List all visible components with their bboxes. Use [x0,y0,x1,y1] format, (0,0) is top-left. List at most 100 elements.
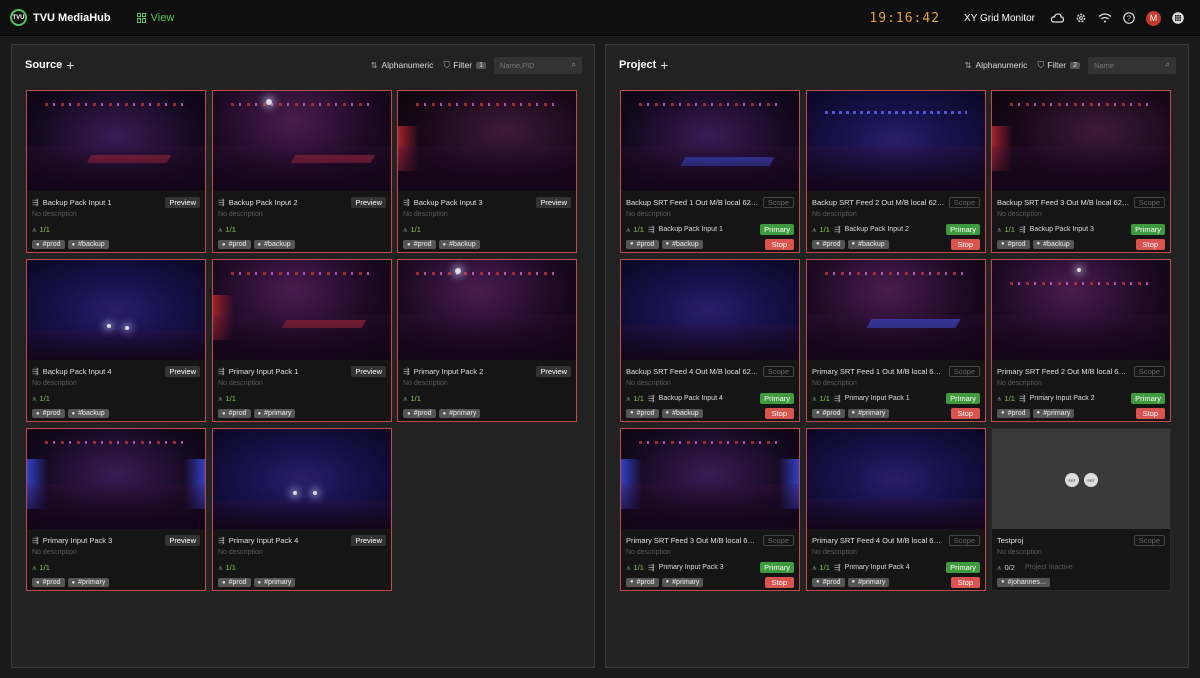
preview-button[interactable]: Preview [165,196,200,208]
tag[interactable]: ● #primary [847,408,890,418]
tag[interactable]: ● #prod [812,408,845,418]
primary-button[interactable]: Primary [946,393,980,404]
video-thumbnail[interactable] [992,91,1170,191]
stop-button[interactable]: Stop [1135,407,1165,419]
scope-button[interactable]: Scope [1133,365,1165,377]
primary-button[interactable]: Primary [1131,224,1165,235]
video-thumbnail[interactable] [27,91,205,191]
project-card[interactable]: Backup SRT Feed 3 Out M/B local 62103 ..… [991,90,1171,253]
project-card[interactable]: Backup SRT Feed 4 Out M/B local 62104 ..… [620,259,800,422]
source-card[interactable]: ⇶ Backup Pack Input 1 Preview No descripti… [26,90,206,253]
scope-button[interactable]: Scope [1133,534,1165,546]
source-search[interactable]: ⌕ [494,56,582,74]
stop-button[interactable]: Stop [950,576,980,588]
tag[interactable]: ● #prod [403,409,436,418]
preview-button[interactable]: Preview [536,196,571,208]
preview-button[interactable]: Preview [351,365,386,377]
tag[interactable]: ● #primary [438,409,481,418]
video-thumbnail[interactable] [621,91,799,191]
tag[interactable]: ● #prod [403,240,436,249]
video-thumbnail[interactable] [807,429,985,529]
video-thumbnail[interactable] [621,260,799,360]
preview-button[interactable]: Preview [165,534,200,546]
stop-button[interactable]: Stop [1135,238,1165,250]
source-card[interactable]: ⇶ Primary Input Pack 1 Preview No descript… [212,259,392,422]
scope-button[interactable]: Scope [762,196,794,208]
project-card[interactable]: Backup SRT Feed 2 Out M/B local 62102 ..… [806,90,986,253]
tag[interactable]: ● #prod [997,239,1030,249]
tag[interactable]: ● #johannes... [997,577,1050,587]
scope-button[interactable]: Scope [762,365,794,377]
preview-button[interactable]: Preview [165,365,200,377]
tag[interactable]: ● #prod [997,408,1030,418]
primary-button[interactable]: Primary [946,562,980,573]
user-avatar[interactable]: M [1146,10,1161,26]
tag[interactable]: ● #prod [218,409,251,418]
empty-thumbnail[interactable]: SRT SRT [992,429,1170,529]
scope-button[interactable]: Scope [948,365,980,377]
source-card[interactable]: ⇶ Backup Pack Input 3 Preview No descripti… [397,90,577,253]
video-thumbnail[interactable] [27,429,205,529]
search-icon[interactable]: ⌕ [572,60,576,70]
project-card[interactable]: Primary SRT Feed 4 Out M/B local 62104 .… [806,428,986,591]
layout-name[interactable]: XY Grid Monitor [964,13,1035,24]
tag[interactable]: ● #primary [847,577,890,587]
video-thumbnail[interactable] [398,91,576,191]
scope-button[interactable]: Scope [762,534,794,546]
tag[interactable]: ● #backup [253,240,295,249]
project-card[interactable]: Primary SRT Feed 2 Out M/B local 62102 .… [991,259,1171,422]
video-thumbnail[interactable] [213,429,391,529]
source-sort-button[interactable]: ⇅ Alphanumeric [371,60,434,70]
app-logo[interactable]: TVU TVU MediaHub [10,9,111,26]
tag[interactable]: ● #backup [67,240,109,249]
tag[interactable]: ● #prod [626,577,659,587]
source-card[interactable]: ⇶ Primary Input Pack 2 Preview No descript… [397,259,577,422]
add-project-icon[interactable]: + [660,57,668,73]
tag[interactable]: ● #primary [67,578,110,587]
video-thumbnail[interactable] [213,260,391,360]
tag[interactable]: ● #prod [32,578,65,587]
stop-button[interactable]: Stop [764,407,794,419]
video-thumbnail[interactable] [27,260,205,360]
source-card[interactable]: ⇶ Primary Input Pack 4 Preview No descript… [212,428,392,591]
stop-button[interactable]: Stop [950,238,980,250]
tag[interactable]: ● #backup [438,240,480,249]
wifi-icon[interactable] [1098,11,1112,25]
help-icon[interactable]: ? [1122,11,1136,25]
stop-button[interactable]: Stop [764,576,794,588]
tag[interactable]: ● #prod [626,408,659,418]
project-card[interactable]: Primary SRT Feed 1 Out M/B local 62101 t… [806,259,986,422]
video-thumbnail[interactable] [621,429,799,529]
tag[interactable]: ● #prod [218,578,251,587]
primary-button[interactable]: Primary [760,224,794,235]
tag[interactable]: ● #prod [32,409,65,418]
project-filter-button[interactable]: ⛉ Filter 2 [1037,60,1080,71]
tag[interactable]: ● #prod [812,577,845,587]
project-card[interactable]: SRT SRT Testproj Scope No description ⩚ 0/… [991,428,1171,591]
tag[interactable]: ● #backup [847,239,889,249]
tag[interactable]: ● #backup [67,409,109,418]
project-search[interactable]: ⌕ [1088,56,1176,74]
view-button[interactable]: View [136,12,174,24]
stop-button[interactable]: Stop [950,407,980,419]
video-thumbnail[interactable] [213,91,391,191]
source-card[interactable]: ⇶ Backup Pack Input 4 Preview No descripti… [26,259,206,422]
scope-button[interactable]: Scope [948,196,980,208]
stop-button[interactable]: Stop [764,238,794,250]
video-thumbnail[interactable] [807,91,985,191]
tag[interactable]: ● #prod [626,239,659,249]
gear-icon[interactable] [1074,11,1088,25]
video-thumbnail[interactable] [398,260,576,360]
project-search-input[interactable] [1094,60,1160,70]
primary-button[interactable]: Primary [760,562,794,573]
primary-button[interactable]: Primary [1131,393,1165,404]
video-thumbnail[interactable] [992,260,1170,360]
tag[interactable]: ● #primary [253,578,296,587]
preview-button[interactable]: Preview [351,196,386,208]
project-card[interactable]: Primary SRT Feed 3 Out M/B local 62103 .… [620,428,800,591]
preview-button[interactable]: Preview [351,534,386,546]
source-card[interactable]: ⇶ Primary Input Pack 3 Preview No descript… [26,428,206,591]
preview-button[interactable]: Preview [536,365,571,377]
source-filter-button[interactable]: ⛉ Filter 1 [443,60,486,71]
video-thumbnail[interactable] [807,260,985,360]
